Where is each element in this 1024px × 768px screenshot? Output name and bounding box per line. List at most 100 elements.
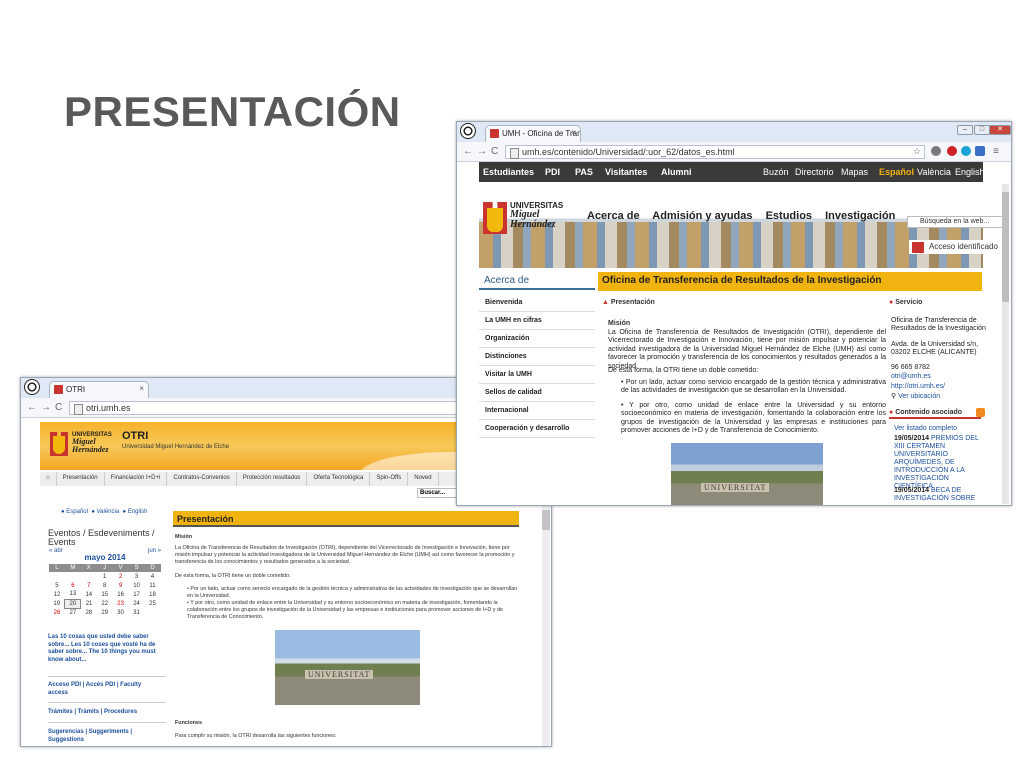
bullet-item: • Por un lado, actuar como servicio enca… [187,586,518,599]
mision-paragraph: La Oficina de Transferencia de Resultado… [175,545,515,565]
location-link[interactable]: Ver ubicación [898,393,940,400]
topbar-link[interactable]: PDI [545,167,560,177]
sidebar-item[interactable]: Cooperación y desarrollo [479,420,595,438]
sidebar-heading: Acerca de [479,272,595,290]
home-icon[interactable]: ⌂ [40,472,57,486]
sidebar-item[interactable]: Bienvenida [479,294,595,312]
rss-icon[interactable] [976,408,985,417]
content-title: Presentación [173,511,519,527]
cal-prev-link[interactable]: « abr [49,548,63,554]
nav-item[interactable]: Admisión y ayudas [652,210,752,222]
procedures-link[interactable]: Trámites | Tràmits | Procedures [48,709,158,717]
tab-title: OTRI [66,385,86,394]
tab-item[interactable]: Presentación [57,472,105,486]
umh-logo-text[interactable]: UNIVERSITAS Miguel Hernández [510,202,563,230]
sidebar-item[interactable]: Internacional [479,402,595,420]
search-input[interactable]: Búsqueda en la web... [907,216,1005,228]
site-name: OTRI [122,430,149,442]
nav-item[interactable]: Investigación [825,210,895,222]
topbar-link[interactable]: Mapas [841,167,868,177]
scrollbar[interactable] [542,504,550,746]
lang-link[interactable]: València [97,509,120,515]
related-all-link: Ver listado completo [894,425,958,432]
forward-arrow-icon[interactable]: → [41,402,51,413]
umh-browser-window: UMH - Oficina de Transfe × – □ ✕ ← → C u… [456,121,1012,506]
related-item[interactable]: 19/05/2014 BECA DE INVESTIGACIÓN SOBRE [894,487,982,505]
topbar-link[interactable]: Visitantes [605,167,647,177]
ten-things-link[interactable]: Las 10 cosas que usted debe saber sobre.… [48,634,158,664]
triangle-icon: ▲ [602,299,611,306]
lang-link-active[interactable]: Español [879,167,914,177]
soccer-ball-icon [24,379,40,395]
lang-link[interactable]: English [955,167,985,177]
tab-item[interactable]: Protección resultados [237,472,308,486]
minimize-button[interactable]: – [957,125,973,135]
scrollbar-thumb[interactable] [1002,192,1009,302]
tab-close-icon[interactable]: × [139,384,144,393]
topbar-link[interactable]: Alumni [661,167,692,177]
tab-item[interactable]: Oferta Tecnológica [307,472,371,486]
tab-title: UMH - Oficina de Transfe [502,129,580,138]
web-link[interactable]: http://otri.umh.es/ [891,383,945,390]
browser-tab[interactable]: OTRI × [49,381,149,398]
scrollbar[interactable] [1002,184,1009,504]
pinterest-icon[interactable] [947,146,957,156]
address-bar: ← → C umh.es/contenido/Universidad/:uor_… [457,142,1011,162]
scrollbar-thumb[interactable] [542,510,550,530]
main-content: Oficina de Transferencia de Resultados d… [598,272,982,291]
lang-link[interactable]: Español [66,509,88,515]
tab-item[interactable]: Spin-Offs [370,472,409,486]
maximize-button[interactable]: □ [974,125,990,135]
sidebar-item[interactable]: Visitar la UMH [479,366,595,384]
skype-icon[interactable] [961,146,971,156]
back-arrow-icon[interactable]: ← [463,146,473,157]
umh-top-bar: Estudiantes PDI PAS Visitantes Alumni Bu… [479,162,985,182]
star-icon[interactable]: ☆ [913,146,921,157]
topbar-link[interactable]: Estudiantes [483,167,534,177]
mision-paragraph-2: De esta forma, la OTRI tiene un doble co… [608,367,759,374]
bullet-item: • Por un lado, actuar como servicio enca… [621,379,886,395]
reload-icon[interactable]: C [491,146,498,157]
sidebar-item[interactable]: Sellos de calidad [479,384,595,402]
content-title: Oficina de Transferencia de Resultados d… [598,272,982,291]
suggestions-link[interactable]: Sugerencias | Suggeriments | Suggestions [48,729,158,744]
tab-close-icon[interactable]: × [571,128,576,137]
topbar-link[interactable]: Buzón [763,167,789,177]
reload-icon[interactable]: C [55,402,62,413]
lang-link[interactable]: English [128,509,148,515]
back-arrow-icon[interactable]: ← [27,402,37,413]
cal-next-link[interactable]: jun » [148,548,161,554]
nav-item[interactable]: Estudios [766,210,812,222]
extension-icon[interactable] [975,146,985,156]
tab-item[interactable]: Noved [408,472,439,486]
login-button[interactable]: Acceso identificado [909,240,1001,254]
url-input[interactable]: umh.es/contenido/Universidad/:uor_62/dat… [505,145,925,159]
umh-logo-text: UNIVERSITAS Miguel Hernández [72,432,112,454]
campus-photo: UNIVERSITAT [671,443,823,505]
topbar-link[interactable]: Directorio [795,167,834,177]
events-heading: Eventos / Esdeveniments / Events [48,528,155,547]
nav-item[interactable]: Acerca de [587,210,640,222]
browser-tab[interactable]: UMH - Oficina de Transfe × [485,125,581,142]
extension-icon[interactable] [931,146,941,156]
sidebar-item[interactable]: Organización [479,330,595,348]
tab-item[interactable]: Contratos-Convenios [167,472,237,486]
email-link[interactable]: otri@umh.es [891,373,931,380]
pdi-access-link[interactable]: Acceso PDI | Accés PDI | Faculty access [48,682,158,697]
servicio-phone: 96 665 8782 [891,364,930,371]
lang-link[interactable]: València [917,167,951,177]
sidebar-item[interactable]: Distinciones [479,348,595,366]
servicio-email: otri@umh.es [891,373,931,381]
menu-icon[interactable]: ≡ [993,146,999,157]
close-button[interactable]: ✕ [989,125,1011,135]
tab-item[interactable]: Financiación I+D+i [105,472,168,486]
sidebar-item[interactable]: La UMH en cifras [479,312,595,330]
sidebar-menu: Bienvenida La UMH en cifras Organización… [479,294,595,438]
servicio-address: Avda. de la Universidad s/n, 03202 ELCHE… [891,341,979,356]
otri-logo[interactable]: UNIVERSITAS Miguel Hernández OTRI Univer… [48,430,268,460]
slide-title: PRESENTACIÓN [64,88,401,135]
site-subtitle: Universidad Miguel Hernández de Elche [122,444,230,450]
related-item[interactable]: 19/05/2014 PREMIOS DEL XIII CERTAMEN UNI… [894,435,982,491]
topbar-link[interactable]: PAS [575,167,593,177]
forward-arrow-icon[interactable]: → [477,146,487,157]
